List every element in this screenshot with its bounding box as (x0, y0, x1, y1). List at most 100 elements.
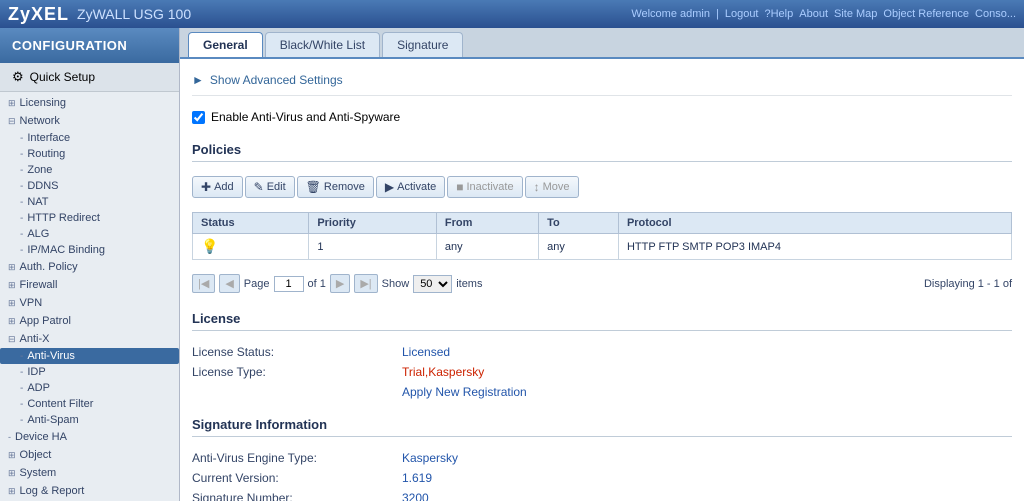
sidebar-item-anti-spam[interactable]: - Anti-Spam (0, 412, 179, 428)
sidebar-item-licensing[interactable]: ⊞ Licensing (0, 94, 179, 112)
move-button[interactable]: ↕ Move (525, 176, 579, 198)
sidebar-item-routing[interactable]: - Routing (0, 146, 179, 162)
inactivate-button[interactable]: ■ Inactivate (447, 176, 522, 198)
edit-button[interactable]: ✎ Edit (245, 176, 295, 198)
add-button[interactable]: ✚ Add (192, 176, 243, 198)
quick-setup-icon: ⚙ (12, 69, 24, 85)
move-label: Move (543, 181, 570, 193)
expand-icon: ⊞ (8, 98, 16, 109)
content-area: General Black/White List Signature ► Sho… (180, 28, 1024, 501)
sidebar-item-device-ha[interactable]: - Device HA (0, 428, 179, 446)
apply-new-reg-link[interactable]: Apply New Registration (402, 385, 1012, 399)
sidebar-item-label: Licensing (20, 97, 66, 109)
show-advanced-row: ► Show Advanced Settings (192, 69, 1012, 96)
bullet-icon: - (20, 415, 23, 426)
sidebar-section: ⊞ Licensing ⊟ Network - Interface - Rout… (0, 92, 179, 501)
topbar: ZyXEL ZyWALL USG 100 Welcome admin | Log… (0, 0, 1024, 28)
sitemap-link[interactable]: Site Map (834, 8, 877, 20)
sidebar-item-http-redirect[interactable]: - HTTP Redirect (0, 210, 179, 226)
sidebar-item-label: Anti-Virus (27, 350, 74, 362)
quick-setup-item[interactable]: ⚙ Quick Setup (0, 63, 179, 92)
cell-status: 💡 (193, 234, 309, 260)
cell-from: any (436, 234, 538, 260)
col-to: To (539, 213, 619, 234)
sidebar-item-nat[interactable]: - NAT (0, 194, 179, 210)
sidebar-item-interface[interactable]: - Interface (0, 130, 179, 146)
sidebar-item-app-patrol[interactable]: ⊞ App Patrol (0, 312, 179, 330)
edit-label: Edit (267, 181, 286, 193)
current-version-value: 1.619 (402, 471, 1012, 485)
first-page-btn[interactable]: |◀ (192, 274, 215, 293)
sidebar-item-label: Interface (27, 132, 70, 144)
tab-signature[interactable]: Signature (382, 32, 463, 57)
sidebar-item-content-filter[interactable]: - Content Filter (0, 396, 179, 412)
displaying-text: Displaying 1 - 1 of (924, 278, 1012, 290)
sidebar-item-firewall[interactable]: ⊞ Firewall (0, 276, 179, 294)
console-link[interactable]: Conso... (975, 8, 1016, 20)
show-label: Show (382, 278, 410, 290)
license-type-label: License Type: (192, 365, 392, 379)
expand-icon: ⊞ (8, 450, 16, 461)
bullet-icon: - (20, 133, 23, 144)
show-advanced-link[interactable]: Show Advanced Settings (210, 73, 343, 87)
activate-button[interactable]: ▶ Activate (376, 176, 445, 198)
add-icon: ✚ (201, 180, 211, 194)
show-select[interactable]: 50 (413, 275, 452, 293)
sidebar-item-label: App Patrol (20, 315, 71, 327)
remove-button[interactable]: 🗑 Remove (297, 176, 374, 198)
page-input[interactable] (274, 276, 304, 292)
enable-checkbox[interactable] (192, 111, 205, 124)
sidebar-item-label: Network (20, 115, 60, 127)
sidebar-item-alg[interactable]: - ALG (0, 226, 179, 242)
policies-title: Policies (192, 142, 1012, 162)
about-link[interactable]: About (799, 8, 828, 20)
help-link[interactable]: ?Help (765, 8, 794, 20)
last-page-btn[interactable]: ▶| (354, 274, 377, 293)
sidebar-item-idp[interactable]: - IDP (0, 364, 179, 380)
bullet-icon: - (20, 245, 23, 256)
tab-general[interactable]: General (188, 32, 263, 57)
license-title: License (192, 311, 1012, 331)
expand-icon: ⊞ (8, 262, 16, 273)
inactivate-label: Inactivate (467, 181, 514, 193)
bullet-icon: - (20, 383, 23, 394)
sidebar-item-anti-virus[interactable]: - Anti-Virus (0, 348, 179, 364)
tab-bar: General Black/White List Signature (180, 28, 1024, 59)
sidebar-item-object[interactable]: ⊞ Object (0, 446, 179, 464)
col-status: Status (193, 213, 309, 234)
sidebar-item-label: ADP (27, 382, 50, 394)
sidebar-item-ipmac[interactable]: - IP/MAC Binding (0, 242, 179, 258)
sidebar-item-vpn[interactable]: ⊞ VPN (0, 294, 179, 312)
next-page-btn[interactable]: ▶ (330, 274, 350, 293)
tab-blackwhitelist[interactable]: Black/White List (265, 32, 380, 57)
sidebar-item-label: IDP (27, 366, 45, 378)
engine-type-label: Anti-Virus Engine Type: (192, 451, 392, 465)
zyxel-brand: ZyXEL (8, 4, 69, 25)
sidebar-item-ddns[interactable]: - DDNS (0, 178, 179, 194)
sidebar-item-adp[interactable]: - ADP (0, 380, 179, 396)
prev-page-btn[interactable]: ◀ (219, 274, 239, 293)
sidebar-item-zone[interactable]: - Zone (0, 162, 179, 178)
sidebar-item-auth-policy[interactable]: ⊞ Auth. Policy (0, 258, 179, 276)
sidebar-item-anti-x[interactable]: ⊟ Anti-X (0, 330, 179, 348)
logout-link[interactable]: Logout (725, 8, 759, 20)
cell-protocol: HTTP FTP SMTP POP3 IMAP4 (618, 234, 1011, 260)
col-protocol: Protocol (618, 213, 1011, 234)
table-row[interactable]: 💡 1 any any HTTP FTP SMTP POP3 IMAP4 (193, 234, 1012, 260)
triangle-icon: ► (192, 73, 204, 87)
status-icon: 💡 (201, 238, 218, 254)
policies-toolbar: ✚ Add ✎ Edit 🗑 Remove ▶ Activate ■ In (192, 172, 1012, 202)
sidebar-item-system[interactable]: ⊞ System (0, 464, 179, 482)
sidebar-item-log-report[interactable]: ⊞ Log & Report (0, 482, 179, 500)
pagination-bar: |◀ ◀ Page of 1 ▶ ▶| Show 50 items Displa… (192, 270, 1012, 297)
activate-label: Activate (397, 181, 436, 193)
objref-link[interactable]: Object Reference (883, 8, 969, 20)
page-label: Page (244, 278, 270, 290)
sidebar: CONFIGURATION ⚙ Quick Setup ⊞ Licensing … (0, 28, 180, 501)
expand-icon: ⊞ (8, 486, 16, 497)
sidebar-item-label: Zone (27, 164, 52, 176)
sidebar-item-network[interactable]: ⊟ Network (0, 112, 179, 130)
sidebar-item-label: Firewall (20, 279, 58, 291)
sidebar-item-label: VPN (20, 297, 43, 309)
sidebar-item-label: Log & Report (20, 485, 85, 497)
